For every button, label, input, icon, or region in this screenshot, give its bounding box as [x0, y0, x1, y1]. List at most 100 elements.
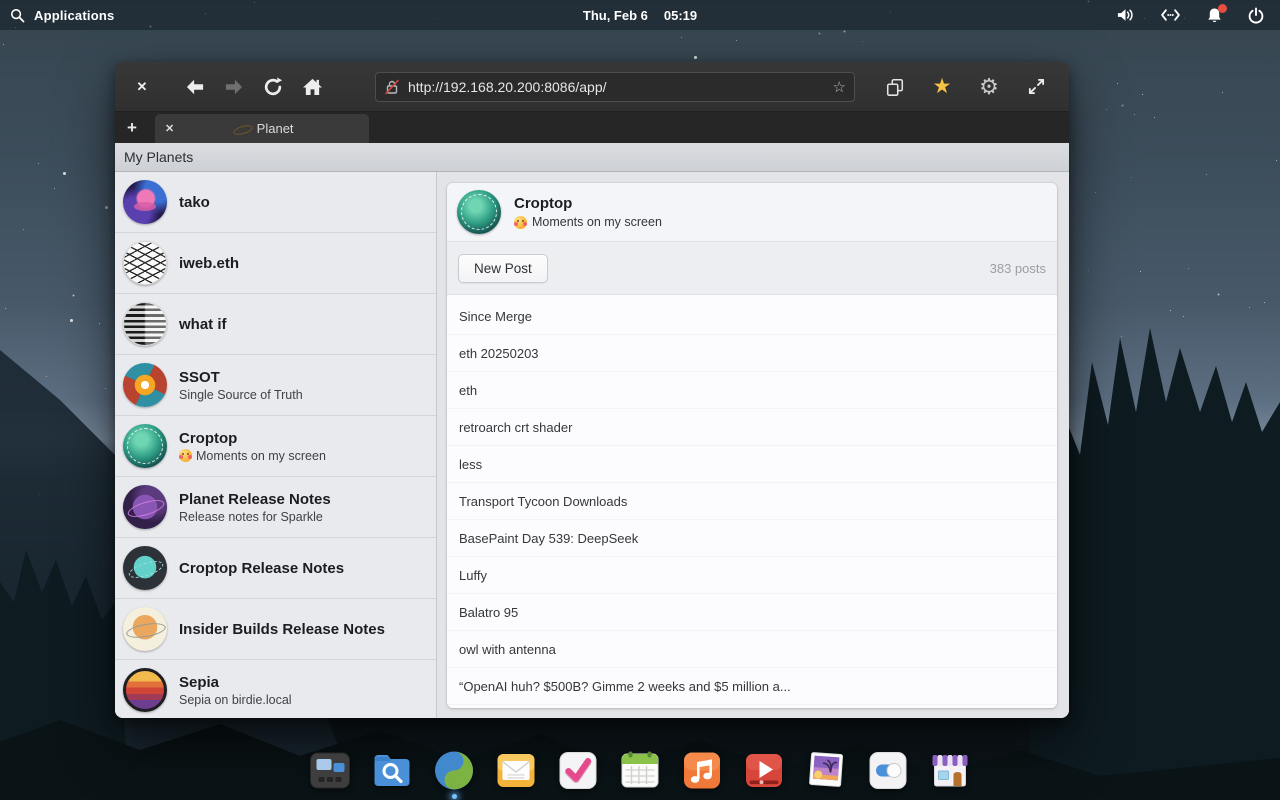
planet-card: Croptop Moments on my screen New Post 38…: [447, 183, 1057, 708]
iweb-avatar: [123, 241, 167, 285]
dock-item-calendar[interactable]: [618, 748, 663, 793]
applications-label: Applications: [34, 7, 115, 23]
dock-item-multitasking-view[interactable]: [308, 748, 353, 793]
planet-favicon-icon: [236, 122, 249, 135]
url-text: http://192.168.20.200:8086/app/: [408, 78, 607, 95]
planet-list-item[interactable]: SSOT Single Source of Truth: [115, 355, 436, 416]
croptoprn-avatar: [123, 546, 167, 590]
post-row[interactable]: BasePaint Day 539: DeepSeek: [447, 520, 1057, 557]
back-icon: [186, 79, 204, 94]
settings-icon: [869, 752, 907, 789]
top-panel: Applications Thu, Feb 6 05:19: [0, 0, 1280, 30]
clock[interactable]: Thu, Feb 6 05:19: [583, 8, 697, 23]
tako-avatar: [123, 180, 167, 224]
copy-button[interactable]: [882, 74, 908, 100]
main-panel: Croptop Moments on my screen New Post 38…: [437, 172, 1069, 718]
planet-title: what if: [179, 315, 227, 333]
planet-list-item[interactable]: Croptop Release Notes: [115, 538, 436, 599]
post-row[interactable]: Transport Tycoon Downloads: [447, 483, 1057, 520]
window-close-button[interactable]: ✕: [129, 74, 155, 100]
browser-window: ✕ http://192.168.20.200:8086/app/ ☆ ★ ⚙ …: [115, 62, 1069, 718]
planet-list-item[interactable]: tako: [115, 172, 436, 233]
dock-item-mail[interactable]: [494, 748, 539, 793]
home-button[interactable]: [299, 74, 325, 100]
volume-indicator[interactable]: [1116, 7, 1135, 23]
post-row[interactable]: owl with antenna: [447, 631, 1057, 668]
post-row[interactable]: eth: [447, 372, 1057, 409]
home-icon: [302, 78, 322, 96]
dock-item-photos[interactable]: [804, 748, 849, 793]
network-indicator[interactable]: [1160, 8, 1181, 22]
post-row[interactable]: retroarch crt shader: [447, 409, 1057, 446]
post-row[interactable]: eth 20250203: [447, 335, 1057, 372]
bookmark-outline-icon[interactable]: ☆: [833, 78, 846, 96]
reload-icon: [264, 76, 283, 95]
post-row[interactable]: Balatro 95: [447, 594, 1057, 631]
planet-list-item[interactable]: Sepia Sepia on birdie.local: [115, 660, 436, 718]
croptop-avatar: [457, 190, 501, 234]
dock-item-tasks[interactable]: [556, 748, 601, 793]
applications-menu[interactable]: Applications: [0, 8, 114, 23]
post-row[interactable]: “OpenAI huh? $500B? Gimme 2 weeks and $5…: [447, 668, 1057, 705]
dock: [308, 748, 973, 799]
desktop: Applications Thu, Feb 6 05:19 ✕ http://1…: [0, 0, 1280, 800]
planet-title: tako: [179, 193, 210, 211]
page-header: My Planets: [115, 143, 1069, 172]
post-row[interactable]: Since Merge: [447, 298, 1057, 335]
session-indicator[interactable]: [1248, 7, 1264, 24]
planet-list-item[interactable]: Insider Builds Release Notes: [115, 599, 436, 660]
calendar-icon: [621, 751, 659, 788]
dock-item-videos[interactable]: [742, 748, 787, 793]
planet-list-item[interactable]: what if: [115, 294, 436, 355]
smiling-hearts-emoji: [514, 215, 527, 229]
planet-title: Croptop: [179, 429, 238, 447]
file-search-icon: [374, 755, 410, 786]
reload-button[interactable]: [260, 74, 286, 100]
planet-title: SSOT: [179, 368, 220, 386]
forward-icon: [225, 79, 243, 94]
whatif-avatar: [123, 302, 167, 346]
dock-item-music[interactable]: [680, 748, 725, 793]
indicator-area: [1116, 3, 1280, 24]
settings-button[interactable]: ⚙: [976, 74, 1002, 100]
bookmarks-button[interactable]: ★: [929, 74, 955, 100]
post-row[interactable]: Luffy: [447, 557, 1057, 594]
planet-list-item[interactable]: iweb.eth: [115, 233, 436, 294]
search-icon: [10, 8, 25, 22]
dock-item-web-browser[interactable]: [432, 748, 477, 799]
tab-label-group: Planet: [182, 121, 369, 136]
planet-list-item[interactable]: Planet Release Notes Release notes for Sp…: [115, 477, 436, 538]
tab-title: Planet: [256, 121, 294, 136]
post-row[interactable]: less: [447, 446, 1057, 483]
dock-item-settings[interactable]: [866, 748, 911, 793]
music-icon: [684, 752, 720, 789]
planet-subtitle: Single Source of Truth: [179, 387, 303, 402]
insider-avatar: [123, 607, 167, 651]
url-bar[interactable]: http://192.168.20.200:8086/app/ ☆: [375, 71, 855, 102]
planet-title: iweb.eth: [179, 254, 240, 272]
new-tab-button[interactable]: +: [115, 112, 149, 143]
tab-planet[interactable]: ✕ Planet: [155, 114, 369, 143]
forward-button[interactable]: [221, 74, 247, 100]
notifications-indicator[interactable]: [1206, 3, 1227, 24]
tab-close-icon[interactable]: ✕: [165, 122, 174, 135]
dock-item-file-search[interactable]: [370, 748, 415, 793]
dock-item-appcenter[interactable]: [928, 748, 973, 793]
croptop-avatar: [123, 424, 167, 468]
fullscreen-button[interactable]: [1023, 74, 1049, 100]
notification-badge: [1218, 3, 1227, 13]
appcenter-icon: [932, 755, 968, 787]
multitasking-view-icon: [310, 752, 350, 789]
back-button[interactable]: [182, 74, 208, 100]
web-page: My Planets tako iweb.eth what if SSOT Single…: [115, 143, 1069, 718]
fullscreen-icon: [1028, 78, 1044, 95]
browser-toolbar: ✕ http://192.168.20.200:8086/app/ ☆ ★ ⚙: [115, 62, 1069, 112]
photos-icon: [809, 752, 844, 787]
planet-list-item[interactable]: Croptop Moments on my screen: [115, 416, 436, 477]
new-post-button[interactable]: New Post: [458, 253, 548, 283]
planet-title: Sepia: [179, 673, 220, 691]
page-body: tako iweb.eth what if SSOT Single Source of …: [115, 172, 1069, 718]
time-label: 05:19: [663, 7, 698, 23]
running-indicator: [451, 794, 457, 799]
nav-buttons: [182, 74, 325, 100]
